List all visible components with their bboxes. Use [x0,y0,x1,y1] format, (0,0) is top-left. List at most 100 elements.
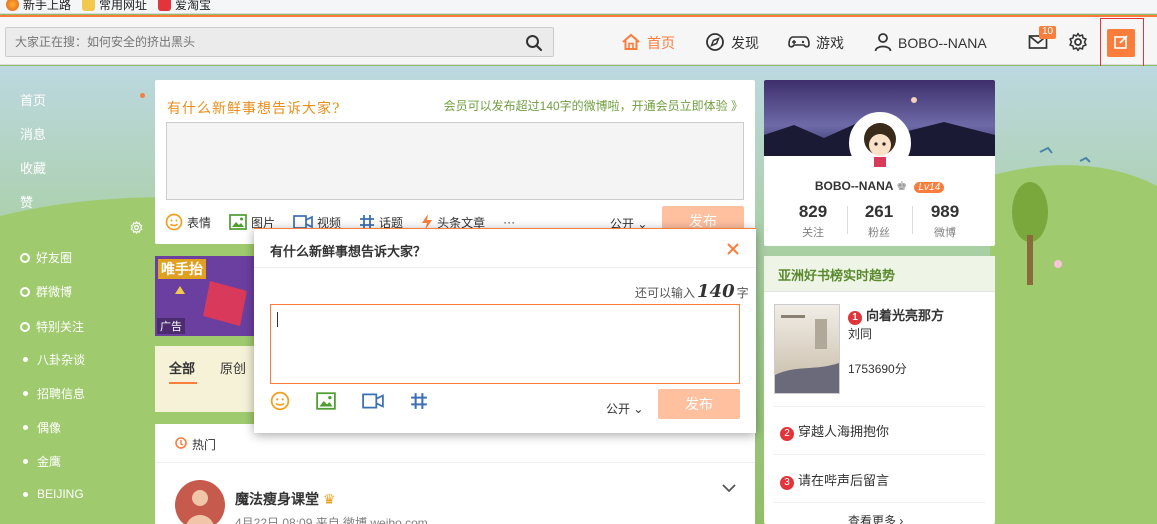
tab-original[interactable]: 原创 [220,358,246,377]
publish-emoji[interactable]: 表情 [165,213,211,231]
dialog-toolbar [270,391,428,414]
leftnav-group-weibo[interactable]: 群微博 [20,283,72,300]
leftnav-special-follow[interactable]: 特别关注 [20,318,84,335]
leftnav-friends-circle[interactable]: 好友圈 [20,249,72,266]
dialog-visibility-select[interactable]: 公开 ⌄ [606,400,643,417]
top-nav: 首页 发现 游戏 BOBO--NANA 10 [0,15,1157,65]
bookmark-common[interactable]: 常用网址 [82,0,147,13]
leftnav-golden-eagle[interactable]: 金鹰 [20,453,61,470]
trend-author[interactable]: 刘同 [848,325,872,342]
nav-profile-label: BOBO--NANA [898,35,987,51]
image-icon[interactable] [316,392,336,413]
stat-posts[interactable]: 989 微博 [912,202,978,240]
rank-badge: 3 [780,476,794,490]
leftnav-label: 招聘信息 [37,387,86,401]
hashtag-icon[interactable] [410,392,428,413]
counter-number: 140 [697,281,735,302]
leftnav-likes[interactable]: 赞 [20,192,33,211]
trend-title: 向着光亮那方 [866,308,945,323]
dialog-publish-button[interactable]: 发布 [658,389,740,419]
leftnav-label: 好友圈 [36,251,73,265]
leftnav-label: 八卦杂谈 [37,353,86,367]
member-crown-icon: ♛ [322,491,336,507]
message-count-badge: 10 [1039,26,1057,39]
trending-card: 亚洲好书榜实时趋势 1 向着光亮那方 刘同 1753690分 2 穿越人海拥抱你 3… [764,256,995,524]
profile-name[interactable]: BOBO--NANA [815,179,893,193]
leftnav-label: 特别关注 [36,320,85,334]
member-icon: ♚ [896,179,908,193]
active-tab-underline [169,382,197,384]
trending-title: 亚洲好书榜实时趋势 [764,256,995,292]
vip-tip-link[interactable]: 会员可以发布超过140字的微博啦，开通会员立即体验 》 [444,97,743,114]
smile-icon[interactable] [270,391,290,414]
leftnav-label: 金鹰 [37,455,62,469]
bookmark-taobao[interactable]: 爱淘宝 [158,0,211,13]
profile-card: BOBO--NANA ♚ Lv14 829 关注 261 粉丝 989 微博 [764,80,995,246]
leftnav-favorites[interactable]: 收藏 [20,158,46,177]
circle-icon [20,252,30,263]
leftnav-label: BEIJING [37,487,84,501]
post-meta: 4月22日 08:09 来自 微博 weibo.com [235,516,428,524]
taobao-icon [158,0,171,11]
gear-icon[interactable] [1068,32,1088,55]
gamepad-icon [788,33,810,54]
divider [774,502,985,503]
search-icon[interactable] [525,34,543,55]
trend-title: 请在哔声后留言 [798,473,890,488]
level-badge[interactable]: Lv14 [914,182,945,193]
leftnav-beijing[interactable]: BEIJING [20,487,84,501]
bullet-icon [23,357,28,362]
bullet-icon [23,391,28,396]
leftnav-messages[interactable]: 消息 [20,124,46,143]
trend-title: 穿越人海拥抱你 [798,424,890,439]
bookmark-newbie[interactable]: 新手上路 [6,0,71,13]
image-icon [229,214,247,230]
settings-gear-icon[interactable] [130,220,143,237]
publish-textarea[interactable] [166,122,744,200]
nav-games[interactable]: 游戏 [788,33,844,53]
leftnav-gossip[interactable]: 八卦杂谈 [20,351,85,368]
stat-following[interactable]: 829 关注 [780,202,846,240]
left-nav: 首页 消息 收藏 赞 好友圈 群微博 特别关注 八卦杂谈 招聘信息 偶像 金鹰 … [8,66,148,524]
nav-games-label: 游戏 [816,35,844,51]
unread-dot [140,93,145,98]
divider [774,454,985,455]
bookmarks-bar: 新手上路 常用网址 爱淘宝 [0,0,1157,14]
post-options-chevron-icon[interactable] [722,482,736,496]
nav-discover[interactable]: 发现 [705,32,759,53]
stat-label: 粉丝 [868,227,890,239]
video-icon [293,215,313,229]
trend-item-1[interactable]: 1 向着光亮那方 [848,305,944,325]
dialog-title: 有什么新鲜事想告诉大家？ [270,244,427,259]
post-author-avatar[interactable] [175,480,225,524]
nav-home[interactable]: 首页 [621,33,675,53]
book-cover[interactable] [774,304,840,394]
video-icon[interactable] [362,393,384,412]
close-icon[interactable] [726,242,740,259]
leftnav-idol[interactable]: 偶像 [20,419,61,436]
rank-badge: 1 [848,311,862,325]
stat-label: 关注 [802,227,824,239]
nav-discover-label: 发现 [731,35,759,51]
leftnav-jobs[interactable]: 招聘信息 [20,385,85,402]
divider [155,462,755,463]
trend-item-3[interactable]: 3 请在哔声后留言 [780,470,889,490]
more-dots: ··· [503,215,516,229]
leftnav-home[interactable]: 首页 [20,90,46,109]
compose-button[interactable] [1107,29,1135,57]
bookmark-label: 常用网址 [99,0,148,12]
hot-feed: 热门 魔法瘦身课堂 ♛ 4月22日 08:09 来自 微博 weibo.com [155,424,755,524]
stat-followers[interactable]: 261 粉丝 [846,202,912,240]
nav-profile[interactable]: BOBO--NANA [874,32,987,53]
trend-score: 1753690分 [848,362,907,376]
post-author-name[interactable]: 魔法瘦身课堂 ♛ [235,489,335,509]
search-input[interactable] [6,28,506,56]
ad-banner[interactable]: 唯手抬 广告 [155,256,255,336]
firefox-icon [6,0,19,11]
hot-header[interactable]: 热门 [175,436,216,453]
trend-item-2[interactable]: 2 穿越人海拥抱你 [780,421,889,441]
profile-avatar[interactable] [849,112,911,174]
tab-all[interactable]: 全部 [169,358,195,377]
dialog-textarea[interactable] [270,304,740,384]
view-more-link[interactable]: 查看更多 › [848,512,903,524]
